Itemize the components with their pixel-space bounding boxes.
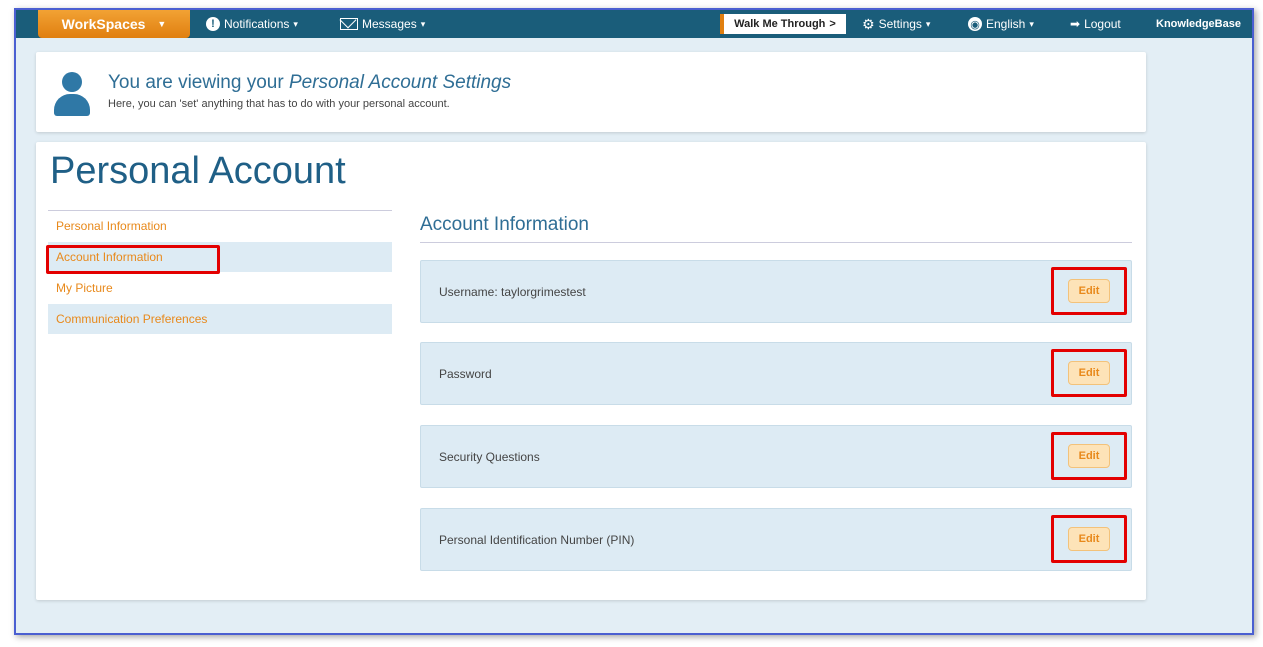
settings-menu[interactable]: ⚙ Settings ▾ [862, 10, 930, 38]
notifications-menu[interactable]: ! Notifications ▾ [206, 10, 298, 38]
account-row-password: Password Edit [420, 342, 1132, 405]
language-menu[interactable]: ◉ English ▾ [968, 10, 1034, 38]
top-navbar: WorkSpaces ▼ ! Notifications ▾ Messages … [16, 10, 1252, 38]
sidebar-item-my-picture[interactable]: My Picture [48, 273, 392, 304]
chevron-down-icon: ▾ [420, 18, 426, 29]
envelope-icon [340, 18, 358, 30]
sidebar-item-account-information[interactable]: Account Information [46, 242, 392, 274]
messages-label: Messages [362, 17, 417, 31]
english-label: English [986, 17, 1026, 31]
edit-pin-button[interactable]: Edit [1068, 527, 1110, 551]
banner-title-prefix: You are viewing your [108, 72, 284, 93]
highlight-box: Edit [1051, 515, 1127, 563]
chevron-down-icon: ▾ [925, 18, 931, 29]
walk-label: Walk Me Through [734, 18, 826, 30]
banner-subtitle: Here, you can 'set' anything that has to… [108, 98, 450, 110]
row-label: Security Questions [439, 449, 540, 464]
logout-icon: ➡ [1070, 17, 1081, 31]
exclamation-icon: ! [206, 17, 220, 31]
highlight-box: Edit [1051, 349, 1127, 397]
row-label: Username: taylorgrimestest [439, 284, 586, 299]
highlight-box: Edit [1051, 267, 1127, 315]
walk-me-through-button[interactable]: Walk Me Through > [720, 14, 846, 34]
sidebar-nav: Personal Information Account Information… [46, 210, 392, 335]
logout-link[interactable]: ➡ Logout [1070, 10, 1121, 38]
app-window: WorkSpaces ▼ ! Notifications ▾ Messages … [14, 8, 1254, 635]
row-label: Personal Identification Number (PIN) [439, 532, 635, 547]
chevron-right-icon: > [829, 18, 836, 30]
chevron-down-icon: ▾ [293, 18, 298, 29]
account-row-pin: Personal Identification Number (PIN) Edi… [420, 508, 1132, 571]
settings-label: Settings [878, 17, 922, 31]
page-title: Personal Account [50, 150, 346, 192]
chevron-down-icon: ▾ [1029, 18, 1034, 29]
messages-menu[interactable]: Messages ▾ [340, 10, 425, 38]
banner-title: You are viewing your Personal Account Se… [108, 72, 511, 94]
edit-password-button[interactable]: Edit [1068, 361, 1110, 385]
section-divider [420, 242, 1132, 243]
edit-username-button[interactable]: Edit [1068, 279, 1110, 303]
settings-banner: You are viewing your Personal Account Se… [36, 52, 1146, 132]
edit-security-questions-button[interactable]: Edit [1068, 444, 1110, 468]
gear-icon: ⚙ [862, 15, 875, 32]
workspaces-label: WorkSpaces [61, 16, 146, 32]
globe-icon: ◉ [968, 17, 982, 31]
user-icon [54, 72, 90, 116]
section-title: Account Information [420, 214, 589, 235]
notifications-label: Notifications [224, 17, 290, 31]
knowledgebase-link[interactable]: KnowledgeBase [1156, 10, 1241, 38]
account-row-security-questions: Security Questions Edit [420, 425, 1132, 488]
sidebar-item-communication-preferences[interactable]: Communication Preferences [48, 304, 392, 335]
sidebar-item-personal-information[interactable]: Personal Information [48, 211, 392, 242]
row-label: Password [439, 366, 492, 381]
highlight-box: Edit [1051, 432, 1127, 480]
knowledgebase-label: KnowledgeBase [1156, 18, 1241, 30]
workspaces-dropdown[interactable]: WorkSpaces ▼ [38, 10, 190, 38]
main-panel: Personal Account Personal Information Ac… [36, 142, 1146, 600]
chevron-down-icon: ▼ [157, 19, 167, 29]
account-row-username: Username: taylorgrimestest Edit [420, 260, 1132, 323]
logout-label: Logout [1084, 17, 1121, 31]
banner-title-emphasis: Personal Account Settings [288, 72, 512, 93]
